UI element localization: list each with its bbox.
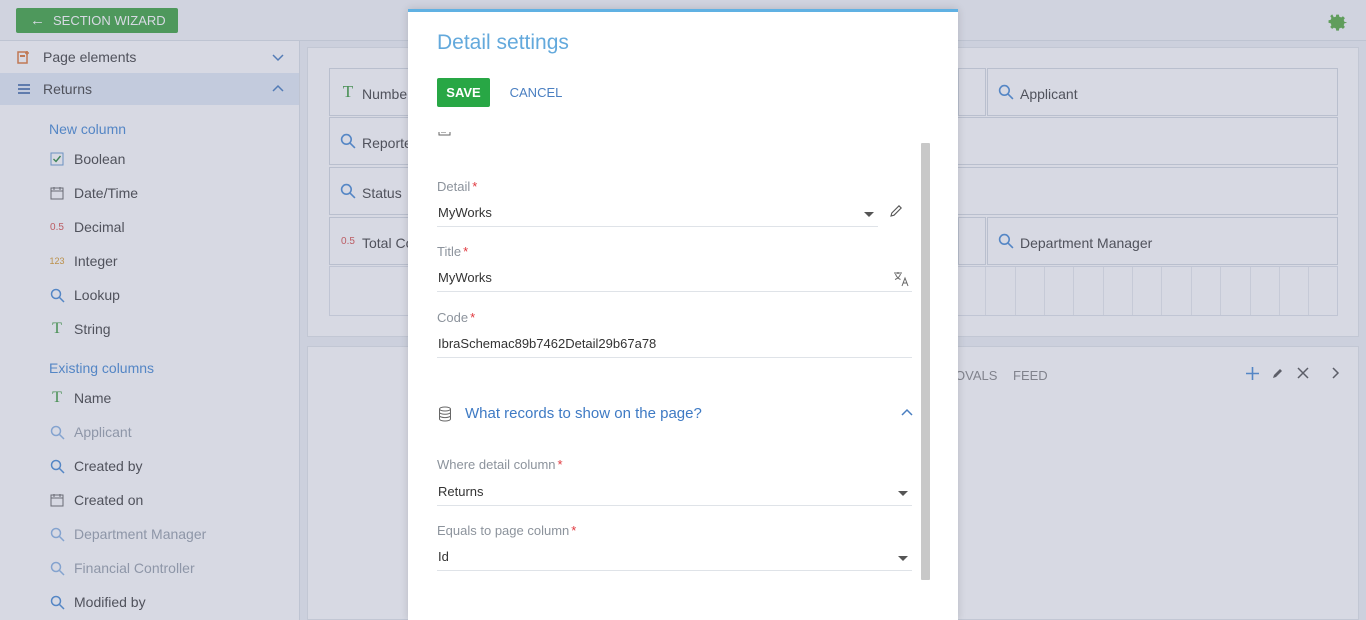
- equals-page-column-value: Id: [438, 549, 449, 564]
- title-value: MyWorks: [438, 270, 492, 285]
- where-detail-column-value: Returns: [438, 484, 484, 499]
- dropdown-arrow-icon: [898, 491, 908, 496]
- modal-scrollbar[interactable]: [921, 143, 930, 580]
- scroll-mask: [408, 122, 958, 132]
- equals-page-column-select[interactable]: Id: [437, 545, 912, 571]
- dropdown-arrow-icon: [898, 556, 908, 561]
- where-detail-column-select[interactable]: Returns: [437, 480, 912, 506]
- chevron-up-icon[interactable]: [901, 407, 913, 419]
- detail-select[interactable]: MyWorks: [437, 201, 878, 227]
- detail-value: MyWorks: [438, 205, 492, 220]
- modal-scroll-area[interactable]: General Detail* MyWorks Title* MyWorks C…: [408, 122, 958, 620]
- detail-settings-modal: Detail settings SAVE CANCEL General Deta…: [408, 9, 958, 620]
- equals-page-column-label: Equals to page column *: [437, 523, 577, 538]
- where-detail-column-label: Where detail column *: [437, 457, 563, 472]
- records-group-title: What records to show on the page?: [465, 405, 702, 422]
- title-input[interactable]: MyWorks: [437, 266, 912, 292]
- title-label: Title *: [437, 244, 469, 259]
- detail-label: Detail *: [437, 179, 478, 194]
- database-icon: [439, 406, 451, 422]
- code-value: IbraSchemac89b7462Detail29b67a78: [438, 336, 657, 351]
- translate-icon[interactable]: [893, 271, 910, 287]
- edit-icon[interactable]: [889, 204, 903, 218]
- code-input[interactable]: IbraSchemac89b7462Detail29b67a78: [437, 332, 912, 358]
- code-label: Code *: [437, 310, 476, 325]
- records-group-header[interactable]: What records to show on the page?: [437, 403, 913, 427]
- dropdown-arrow-icon: [864, 212, 874, 217]
- modal-title: Detail settings: [437, 31, 569, 54]
- save-button[interactable]: SAVE: [437, 78, 490, 107]
- cancel-button[interactable]: CANCEL: [501, 78, 571, 107]
